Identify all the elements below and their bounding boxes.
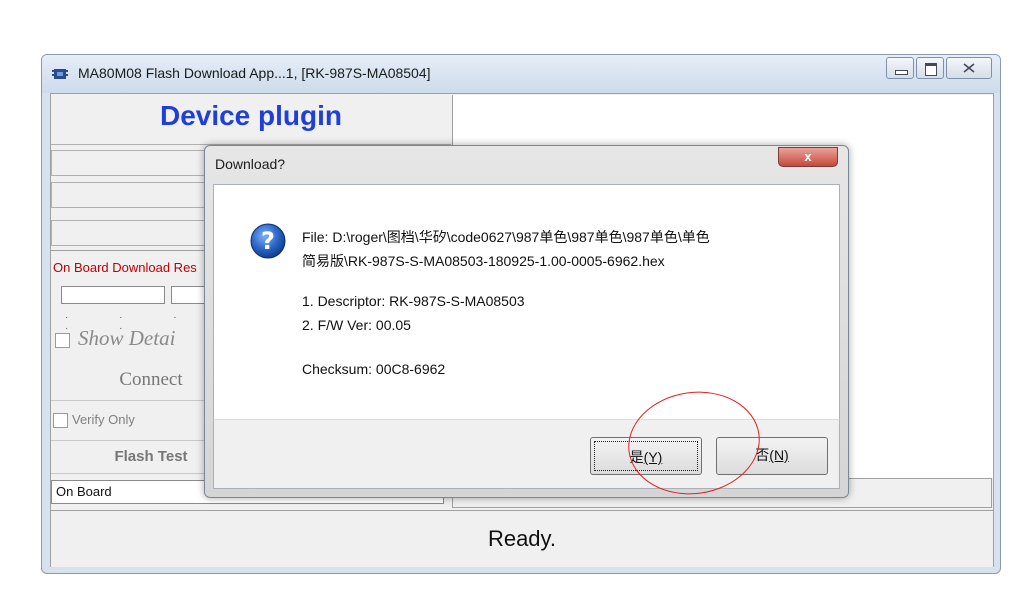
show-detail-box[interactable]	[55, 332, 70, 348]
window-title: MA80M08 Flash Download App...1, [RK-987S…	[78, 65, 431, 81]
checksum-line: Checksum: 00C8-6962	[302, 361, 446, 377]
no-shortcut: (N)	[769, 447, 789, 463]
maximize-icon	[925, 63, 937, 76]
status-bar: Ready.	[51, 510, 993, 567]
app-chip-icon	[52, 69, 68, 79]
window-titlebar[interactable]: MA80M08 Flash Download App...1, [RK-987S…	[42, 55, 1000, 93]
download-result-label: On Board Download Res	[53, 260, 197, 275]
result-field-1	[61, 286, 165, 304]
verify-only-label: Verify Only	[72, 412, 135, 427]
firmware-version-line: 2. F/W Ver: 00.05	[302, 317, 411, 333]
dialog-body: ? File: D:\roger\图档\华矽\code0627\987单色\98…	[213, 184, 840, 419]
dialog-close-button[interactable]: x	[778, 147, 838, 167]
descriptor-line: 1. Descriptor: RK-987S-S-MA08503	[302, 293, 525, 309]
maximize-button[interactable]	[916, 57, 944, 79]
yes-button[interactable]: 是(Y)	[590, 437, 702, 475]
file-path-line-2: 简易版\RK-987S-S-MA08503-180925-1.00-0005-6…	[302, 253, 665, 269]
no-label: 否	[755, 447, 770, 463]
close-icon: x	[804, 149, 812, 164]
dialog-footer: 是(Y) 否(N)	[213, 419, 840, 489]
verify-only-checkbox[interactable]: Verify Only	[53, 412, 135, 429]
no-button[interactable]: 否(N)	[716, 437, 828, 475]
show-detail-label: Show Detai	[78, 326, 176, 350]
close-icon	[963, 63, 975, 73]
device-plugin-heading: Device plugin	[51, 94, 451, 145]
verify-only-box[interactable]	[53, 413, 68, 429]
dialog-title: Download?	[215, 156, 286, 172]
show-detail-checkbox[interactable]: Show Detai	[55, 326, 175, 351]
minimize-icon	[895, 70, 908, 75]
minimize-button[interactable]	[886, 57, 914, 79]
download-dialog: Download? x ? File: D:\roger\图档\华矽\code0…	[204, 145, 849, 498]
file-path-line-1: File: D:\roger\图档\华矽\code0627\987单色\987单…	[302, 229, 710, 245]
svg-text:?: ?	[261, 227, 275, 255]
caption-buttons	[884, 57, 992, 81]
window-close-button[interactable]	[946, 57, 992, 79]
yes-shortcut: (Y)	[643, 449, 663, 465]
yes-button-focus-ring: 是(Y)	[594, 441, 698, 471]
question-icon: ?	[250, 223, 286, 259]
yes-label: 是	[629, 449, 644, 465]
